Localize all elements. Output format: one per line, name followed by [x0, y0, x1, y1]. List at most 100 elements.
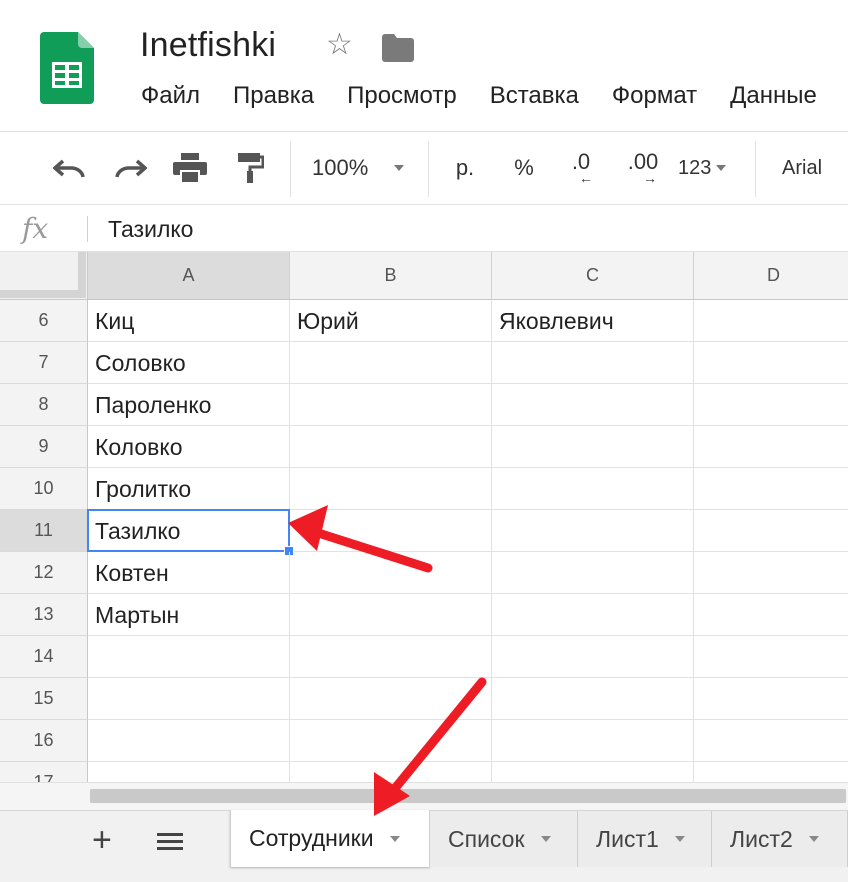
row-header[interactable]: 12	[0, 552, 88, 594]
cell-c11[interactable]	[492, 510, 694, 552]
menu-data[interactable]: Данные	[730, 82, 817, 110]
cell-c13[interactable]	[492, 594, 694, 636]
row-header[interactable]: 16	[0, 720, 88, 762]
menu-insert[interactable]: Вставка	[490, 82, 579, 110]
star-icon[interactable]: ☆	[326, 30, 353, 60]
cell-b11[interactable]	[290, 510, 492, 552]
sheet-tab-list1[interactable]: Лист1	[578, 811, 712, 867]
cell-c15[interactable]	[492, 678, 694, 720]
menu-format[interactable]: Формат	[612, 82, 697, 110]
column-header-d[interactable]: D	[694, 252, 848, 300]
formula-input[interactable]: Тазилко	[108, 216, 193, 243]
menu-view[interactable]: Просмотр	[347, 82, 457, 110]
menu-bar: Файл Правка Просмотр Вставка Формат Данн…	[141, 82, 848, 110]
cell-c6[interactable]: Яковлевич	[492, 300, 694, 342]
cell-b15[interactable]	[290, 678, 492, 720]
cell-b13[interactable]	[290, 594, 492, 636]
row-header[interactable]: 8	[0, 384, 88, 426]
column-header-b[interactable]: B	[290, 252, 492, 300]
cell-b8[interactable]	[290, 384, 492, 426]
cell-b9[interactable]	[290, 426, 492, 468]
cell-c17[interactable]	[492, 762, 694, 782]
sheet-tab-spisok[interactable]: Список	[430, 811, 578, 867]
cell-c12[interactable]	[492, 552, 694, 594]
decrease-decimal-label: .0	[571, 149, 591, 174]
currency-format-button[interactable]: р.	[448, 149, 482, 187]
column-header-a[interactable]: A	[88, 252, 290, 300]
redo-button[interactable]	[110, 149, 150, 187]
cell-c16[interactable]	[492, 720, 694, 762]
row-header[interactable]: 15	[0, 678, 88, 720]
menu-file[interactable]: Файл	[141, 82, 200, 110]
row-header[interactable]: 17	[0, 762, 88, 782]
cell-d11[interactable]	[694, 510, 848, 552]
sheet-tab-label: Список	[448, 825, 525, 852]
cell-a7[interactable]: Соловко	[88, 342, 290, 384]
cell-b10[interactable]	[290, 468, 492, 510]
cell-d16[interactable]	[694, 720, 848, 762]
undo-button[interactable]	[50, 149, 90, 187]
cell-a17[interactable]	[88, 762, 290, 782]
row-header[interactable]: 7	[0, 342, 88, 384]
increase-decimal-button[interactable]: .00 →	[620, 149, 666, 187]
cell-c14[interactable]	[492, 636, 694, 678]
decrease-decimal-button[interactable]: .0 ←	[560, 149, 602, 187]
menu-edit[interactable]: Правка	[233, 82, 314, 110]
row-header[interactable]: 10	[0, 468, 88, 510]
cell-d8[interactable]	[694, 384, 848, 426]
add-sheet-button[interactable]: +	[92, 823, 112, 857]
document-title[interactable]: Inetfishki	[140, 26, 276, 65]
column-header-c[interactable]: C	[492, 252, 694, 300]
select-all-corner[interactable]	[0, 252, 88, 300]
all-sheets-menu-icon[interactable]	[157, 833, 183, 855]
horizontal-scrollbar[interactable]	[88, 782, 848, 810]
cell-b7[interactable]	[290, 342, 492, 384]
cell-a12[interactable]: Ковтен	[88, 552, 290, 594]
cell-a15[interactable]	[88, 678, 290, 720]
cell-c9[interactable]	[492, 426, 694, 468]
cell-b14[interactable]	[290, 636, 492, 678]
cell-c8[interactable]	[492, 384, 694, 426]
percent-format-button[interactable]: %	[508, 149, 540, 187]
cell-d17[interactable]	[694, 762, 848, 782]
formula-separator	[87, 216, 88, 242]
cell-d6[interactable]	[694, 300, 848, 342]
cell-d15[interactable]	[694, 678, 848, 720]
font-select[interactable]: Arial	[782, 149, 848, 187]
cell-d14[interactable]	[694, 636, 848, 678]
cell-a6[interactable]: Киц	[88, 300, 290, 342]
sheet-tab-list2[interactable]: Лист2	[712, 811, 848, 867]
cell-d10[interactable]	[694, 468, 848, 510]
row-header[interactable]: 11	[0, 510, 88, 552]
cell-b12[interactable]	[290, 552, 492, 594]
freeze-row-handle[interactable]	[0, 290, 86, 298]
cell-d9[interactable]	[694, 426, 848, 468]
cell-d13[interactable]	[694, 594, 848, 636]
sheets-logo-icon[interactable]	[40, 32, 94, 104]
cell-a16[interactable]	[88, 720, 290, 762]
cell-c10[interactable]	[492, 468, 694, 510]
cell-c7[interactable]	[492, 342, 694, 384]
cell-d12[interactable]	[694, 552, 848, 594]
paint-format-button[interactable]	[232, 149, 268, 187]
cell-b6[interactable]: Юрий	[290, 300, 492, 342]
cell-a11[interactable]: Тазилко	[88, 510, 290, 552]
cell-b16[interactable]	[290, 720, 492, 762]
cell-b17[interactable]	[290, 762, 492, 782]
zoom-select[interactable]: 100%	[312, 149, 412, 187]
more-formats-button[interactable]: 123	[678, 149, 740, 187]
cell-a14[interactable]	[88, 636, 290, 678]
row-header[interactable]: 13	[0, 594, 88, 636]
sheet-tab-sotrudniki[interactable]: Сотрудники	[230, 810, 430, 867]
row-header[interactable]: 14	[0, 636, 88, 678]
folder-icon[interactable]	[382, 34, 414, 62]
row-header[interactable]: 9	[0, 426, 88, 468]
cell-a13[interactable]: Мартын	[88, 594, 290, 636]
scrollbar-thumb[interactable]	[90, 789, 846, 803]
cell-a9[interactable]: Коловко	[88, 426, 290, 468]
cell-a10[interactable]: Гролитко	[88, 468, 290, 510]
row-header[interactable]: 6	[0, 300, 88, 342]
print-button[interactable]	[170, 149, 210, 187]
cell-d7[interactable]	[694, 342, 848, 384]
cell-a8[interactable]: Пароленко	[88, 384, 290, 426]
